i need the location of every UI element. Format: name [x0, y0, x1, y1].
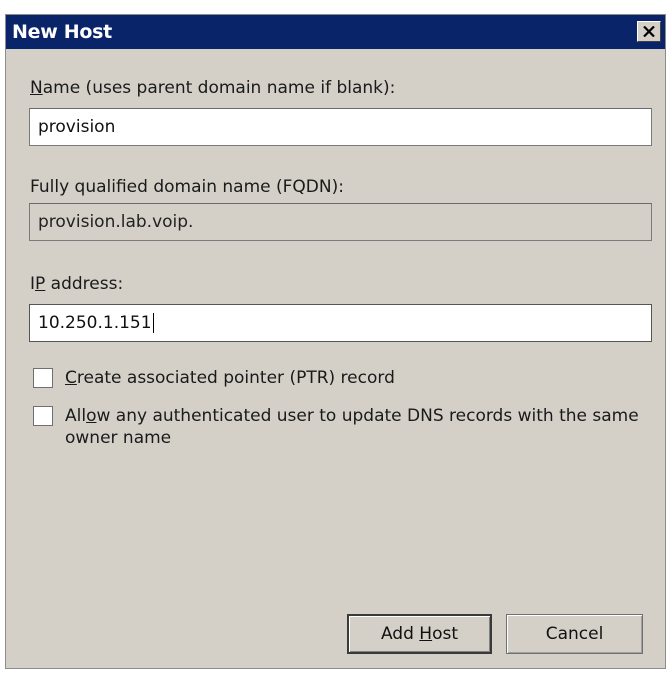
name-label-text: ame (uses parent domain name if blank):	[42, 78, 396, 98]
text-caret	[152, 313, 154, 333]
name-label-access-key: N	[30, 78, 43, 98]
new-host-dialog: New Host Name (uses parent domain name i…	[5, 14, 666, 669]
fqdn-field: provision.lab.voip.	[29, 203, 652, 241]
fqdn-value: provision.lab.voip.	[38, 212, 194, 232]
close-button[interactable]	[637, 21, 661, 42]
ip-label-text: address:	[45, 274, 124, 294]
ptr-record-label[interactable]: Create associated pointer (PTR) record	[65, 367, 395, 389]
name-input[interactable]: provision	[29, 108, 652, 146]
close-icon	[643, 26, 655, 37]
fqdn-label: Fully qualified domain name (FQDN):	[30, 177, 344, 197]
ip-address-label: IP address:	[30, 273, 123, 295]
allow-label-text: w any authenticated user to update DNS r…	[65, 406, 639, 448]
add-host-button[interactable]: Add Host	[347, 614, 492, 654]
title-bar[interactable]: New Host	[6, 15, 665, 49]
add-host-access-key: H	[419, 624, 433, 644]
allow-update-checkbox[interactable]	[33, 406, 53, 426]
add-host-label-rest: ost	[432, 624, 459, 644]
allow-update-label[interactable]: Allow any authenticated user to update D…	[65, 405, 655, 449]
window-title: New Host	[12, 21, 112, 43]
ip-address-value: 10.250.1.151	[38, 313, 152, 333]
cancel-button[interactable]: Cancel	[506, 614, 643, 654]
add-host-label-prefix: Add	[380, 624, 420, 644]
name-label: Name (uses parent domain name if blank):	[30, 77, 395, 99]
ptr-label-access-key: C	[65, 368, 77, 388]
ip-label-access-key: P	[35, 274, 46, 294]
ptr-label-text: reate associated pointer (PTR) record	[76, 368, 395, 388]
name-input-value: provision	[38, 117, 116, 137]
ip-address-input[interactable]: 10.250.1.151	[29, 304, 652, 342]
ptr-record-checkbox[interactable]	[33, 368, 53, 388]
allow-label-access-key: o	[86, 406, 97, 426]
allow-label-prefix: All	[65, 406, 87, 426]
